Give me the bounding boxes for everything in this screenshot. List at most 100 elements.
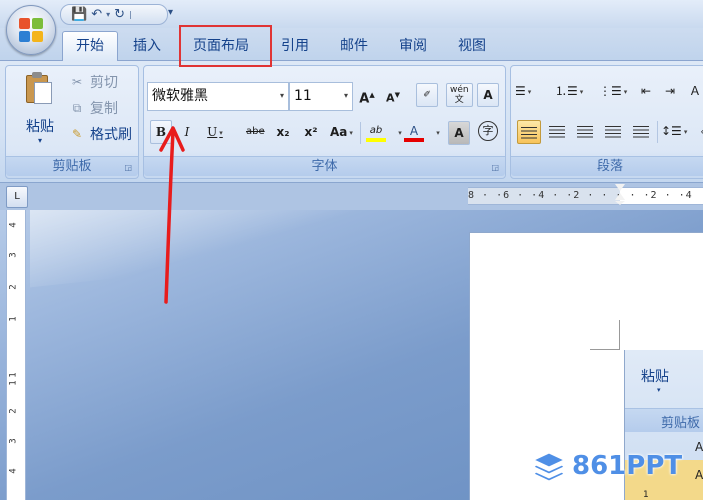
enclose-characters-button[interactable]: 字: [478, 121, 498, 141]
font-color-dropdown-icon[interactable]: ▾: [428, 121, 446, 143]
grow-font-label: A: [359, 91, 370, 107]
superscript-button[interactable]: x²: [302, 121, 320, 143]
tab-selector-button[interactable]: L: [6, 186, 28, 208]
multilevel-list-button[interactable]: ⋮☰ ▾: [599, 80, 627, 104]
font-size-combobox[interactable]: 11 ▾: [289, 82, 353, 111]
tab-references[interactable]: 引用: [281, 35, 309, 59]
clear-formatting-icon: ✐: [423, 90, 431, 100]
phonetic-guide-button[interactable]: wén 文: [446, 83, 473, 107]
thumbnail-paste-label: 粘贴: [641, 369, 669, 385]
cut-button[interactable]: ✂ 剪切: [70, 72, 118, 92]
cut-label: 剪切: [90, 75, 118, 91]
tab-review[interactable]: 审阅: [399, 35, 427, 59]
change-case-label: Aa: [330, 125, 348, 139]
bullets-button[interactable]: ☰ ▾: [515, 80, 531, 104]
font-group-label: 字体: [144, 156, 505, 176]
undo-icon[interactable]: ↶: [91, 7, 102, 23]
justify-icon: [605, 125, 621, 138]
page-corner-mark: [590, 320, 620, 350]
qat-separator: |: [129, 9, 132, 19]
title-bar: 💾 ↶ ▾ ↻ | ▾: [0, 0, 703, 55]
character-border-button[interactable]: A: [477, 83, 499, 107]
multilevel-list-icon: ⋮☰: [599, 84, 622, 98]
indent-marker-icon[interactable]: [615, 182, 625, 210]
redo-icon[interactable]: ↻: [114, 7, 125, 23]
vruler-mark: 3: [8, 438, 19, 444]
horizontal-ruler-marks: 8 · ·6 · ·4 · ·2 · · · · ·2 · ·4: [468, 190, 693, 201]
font-color-label: A: [409, 124, 419, 138]
tab-mailings[interactable]: 邮件: [340, 35, 368, 59]
decrease-indent-button[interactable]: ⇤: [641, 80, 651, 104]
numbering-icon: ⒈☰: [555, 84, 578, 98]
tab-view[interactable]: 视图: [458, 35, 486, 59]
font-separator: [360, 122, 361, 144]
stacked-layers-icon: [532, 452, 566, 481]
font-size-dropdown-icon[interactable]: ▾: [344, 83, 348, 109]
underline-button[interactable]: U ▾: [206, 121, 224, 143]
thumbnail-letter-a-2: A: [695, 468, 703, 482]
thumbnail-paste-arrow-icon: ▾: [657, 386, 661, 394]
font-name-dropdown-icon[interactable]: ▾: [280, 83, 284, 109]
numbering-button[interactable]: ⒈☰ ▾: [555, 80, 583, 104]
phonetic-guide-label: wén: [450, 85, 469, 95]
format-painter-button[interactable]: ✎ 格式刷: [70, 124, 132, 144]
highlight-color-bar: [366, 138, 386, 142]
vruler-mark: 3: [8, 252, 19, 258]
font-dialog-launcher-icon[interactable]: ◲: [491, 163, 499, 172]
underline-label: U: [207, 125, 218, 139]
vruler-mark: 1: [8, 372, 19, 378]
character-border-label: A: [483, 88, 493, 102]
change-case-button[interactable]: Aa ▾: [330, 121, 353, 143]
text-direction-icon: Ａ: [689, 84, 702, 98]
tab-insert[interactable]: 插入: [133, 35, 161, 59]
vruler-mark: 4: [8, 468, 19, 474]
horizontal-ruler[interactable]: 8 · ·6 · ·4 · ·2 · · · · ·2 · ·4: [468, 187, 703, 205]
bullets-icon: ☰: [515, 84, 526, 98]
undo-dropdown-icon[interactable]: ▾: [106, 7, 110, 23]
line-spacing-button[interactable]: ↕☰ ▾: [661, 120, 687, 144]
justify-button[interactable]: [601, 120, 625, 144]
align-left-button[interactable]: [517, 120, 541, 144]
tab-home[interactable]: 开始: [62, 31, 118, 61]
thumbnail-clipboard-label: 剪贴板: [661, 416, 701, 431]
paragraph-group: ☰▾ ⒈☰▾ ⋮☰▾ ⇤ ⇥ Ａ ↕☰▾ ◈ 段落: [510, 65, 703, 179]
paste-dropdown-icon[interactable]: ▾: [16, 136, 64, 145]
increase-indent-icon: ⇥: [665, 84, 676, 98]
font-size-value: 11: [294, 88, 312, 104]
office-logo-icon: [19, 18, 43, 42]
save-icon[interactable]: 💾: [71, 7, 87, 23]
increase-indent-button[interactable]: ⇥: [665, 80, 675, 104]
watermark-text: 861PPT: [572, 451, 683, 481]
distributed-icon: [633, 125, 649, 138]
font-name-combobox[interactable]: 微软雅黑 ▾: [147, 82, 289, 111]
subscript-button[interactable]: x₂: [274, 121, 292, 143]
vruler-mark: 1: [8, 380, 19, 386]
paragraph-separator: [657, 121, 658, 143]
align-center-button[interactable]: [545, 120, 569, 144]
distributed-button[interactable]: [629, 120, 653, 144]
vertical-ruler[interactable]: 4 3 2 1 1 1 2 3 4: [6, 210, 26, 500]
character-shading-button[interactable]: A: [448, 121, 470, 145]
customize-qat-button[interactable]: ▾: [168, 7, 173, 18]
align-right-button[interactable]: [573, 120, 597, 144]
office-button[interactable]: [6, 5, 56, 55]
clipboard-group: 粘贴 ▾ ✂ 剪切 ⧉ 复制 ✎ 格式刷 剪贴板 ◲: [5, 65, 139, 179]
clipboard-dialog-launcher-icon[interactable]: ◲: [124, 163, 132, 172]
clear-formatting-button[interactable]: ✐: [416, 83, 438, 107]
page-layout-highlight-box: [179, 25, 272, 67]
paste-button[interactable]: 粘贴 ▾: [16, 72, 64, 145]
enclose-characters-label: 字: [482, 124, 494, 137]
shrink-font-button[interactable]: A▼: [384, 84, 402, 106]
align-center-icon: [549, 125, 565, 138]
strikethrough-label: abe: [246, 126, 265, 137]
grow-font-button[interactable]: A▲: [358, 84, 376, 106]
watermark: 861PPT: [532, 448, 682, 484]
copy-label: 复制: [90, 101, 118, 117]
text-direction-button[interactable]: Ａ: [689, 80, 701, 104]
copy-button[interactable]: ⧉ 复制: [70, 98, 118, 118]
text-highlight-button[interactable]: ab: [366, 120, 386, 142]
highlight-label: ab: [369, 125, 383, 136]
strikethrough-button[interactable]: abe: [246, 121, 265, 143]
clipboard-group-label: 剪贴板: [6, 156, 138, 176]
font-color-button[interactable]: A: [404, 120, 424, 142]
